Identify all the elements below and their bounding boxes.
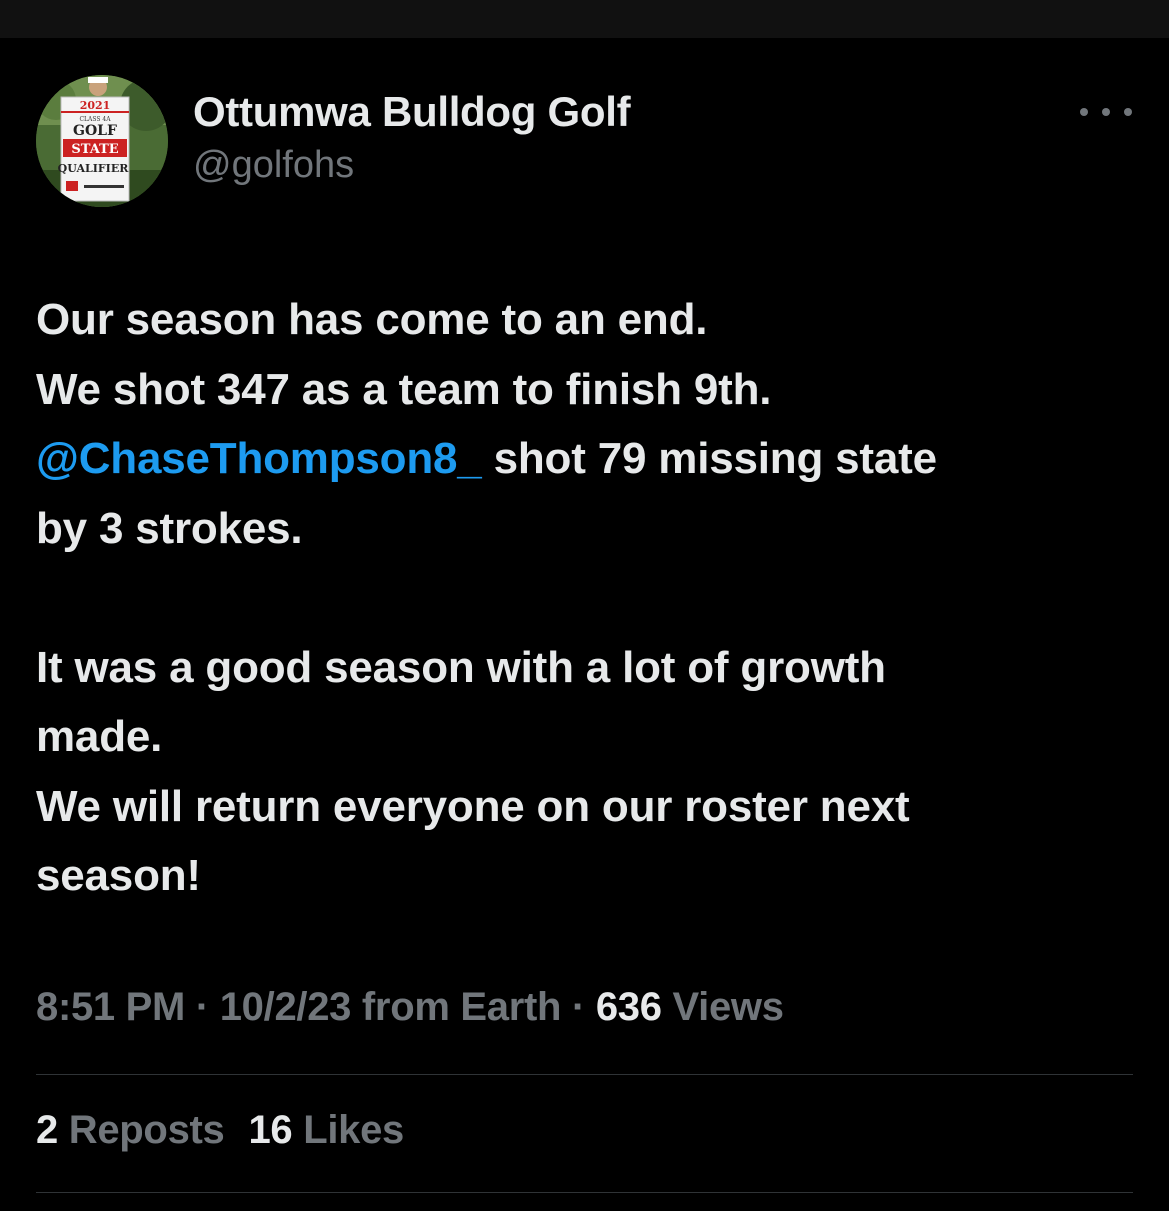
- engagement-stats: 2 Reposts 16 Likes: [36, 1108, 428, 1153]
- tweet-line-6: made.: [36, 712, 163, 761]
- banner-year-text: 2021: [80, 99, 111, 112]
- divider: [36, 1074, 1133, 1075]
- more-options-button[interactable]: [1080, 96, 1132, 128]
- likes-count: 16: [248, 1108, 293, 1152]
- reposts-stat[interactable]: 2 Reposts: [36, 1108, 225, 1152]
- tweet-line-7: We will return everyone on our roster ne…: [36, 781, 910, 831]
- likes-label: Likes: [292, 1108, 404, 1152]
- tweet-line-4: by 3 strokes.: [36, 503, 303, 553]
- tweet-line-8: season!: [36, 851, 201, 900]
- profile-photo-icon: 2021 CLASS 4A GOLF STATE QUALIFIER: [36, 75, 168, 207]
- more-dot-icon: [1080, 108, 1088, 116]
- profile-avatar[interactable]: 2021 CLASS 4A GOLF STATE QUALIFIER: [36, 75, 168, 207]
- meta-separator: ·: [561, 985, 596, 1029]
- banner-class-text: CLASS 4A: [79, 116, 111, 123]
- author-name[interactable]: Ottumwa Bulldog Golf: [193, 88, 631, 136]
- tweet-time[interactable]: 8:51 PM: [36, 985, 185, 1029]
- tweet-line-5: It was a good season with a lot of growt…: [36, 642, 886, 692]
- tweet-source: from Earth: [351, 985, 562, 1029]
- tweet-line-3: @ChaseThompson8_ shot 79 missing state: [36, 424, 1136, 494]
- banner-qualifier-text: QUALIFIER: [58, 162, 130, 175]
- tweet-line-2: We shot 347 as a team to finish 9th.: [36, 364, 772, 414]
- tweet-text: Our season has come to an end. We shot 3…: [36, 285, 1136, 911]
- reposts-label: Reposts: [57, 1108, 225, 1152]
- divider: [36, 1192, 1133, 1193]
- more-dot-icon: [1124, 108, 1132, 116]
- tweet-line-1: Our season has come to an end.: [36, 295, 708, 344]
- banner-golf-text: GOLF: [73, 123, 117, 139]
- more-dot-icon: [1102, 108, 1110, 116]
- views-count[interactable]: 636: [596, 985, 662, 1029]
- mention-link[interactable]: @ChaseThompson8_: [36, 434, 482, 483]
- author-handle[interactable]: @golfohs: [193, 144, 354, 187]
- views-label: Views: [661, 985, 784, 1029]
- banner-state-text: STATE: [71, 142, 118, 157]
- tweet-meta: 8:51 PM · 10/2/23 from Earth · 636 Views: [36, 985, 784, 1030]
- status-bar: [0, 0, 1169, 38]
- tweet-line-3-rest: shot 79 missing state: [481, 434, 937, 483]
- reposts-count: 2: [36, 1108, 58, 1152]
- tweet-date[interactable]: 10/2/23: [220, 985, 352, 1029]
- paragraph-break: [36, 563, 1136, 633]
- likes-stat[interactable]: 16 Likes: [248, 1108, 404, 1152]
- meta-separator: ·: [185, 985, 220, 1029]
